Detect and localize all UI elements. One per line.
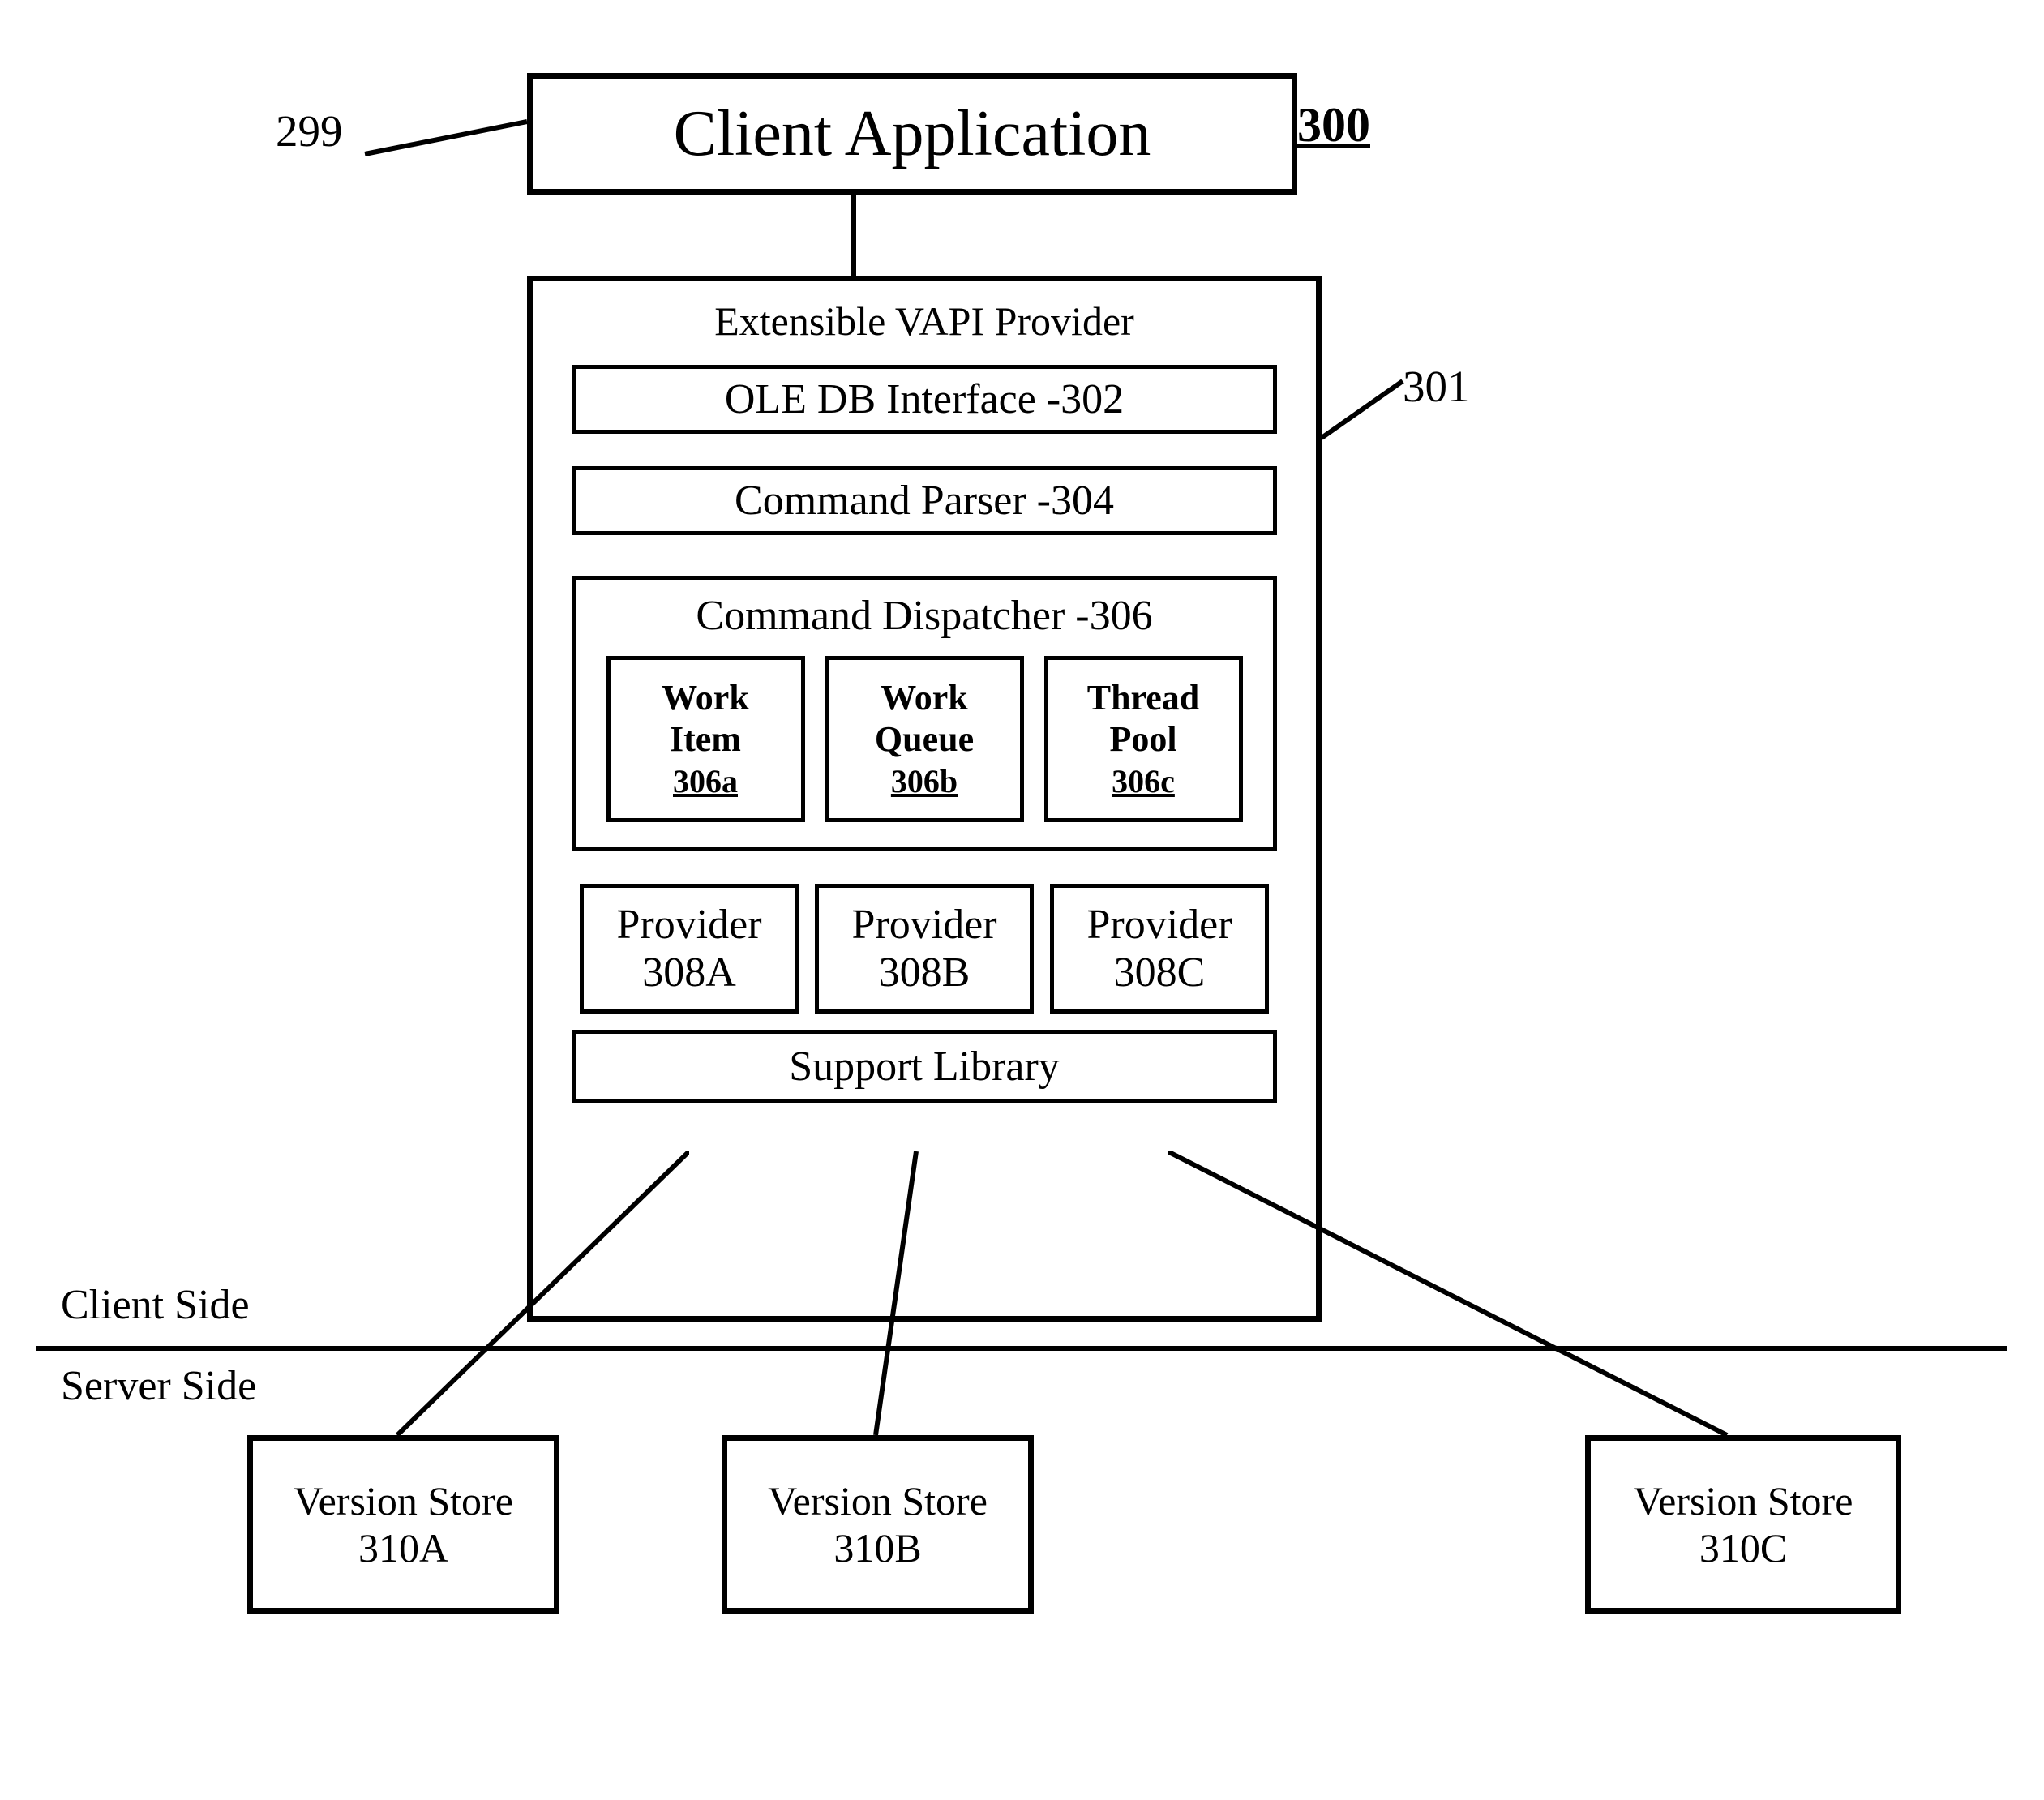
client-application-title: Client Application xyxy=(674,97,1151,171)
thread-pool-name: ThreadPool xyxy=(1087,678,1200,760)
thread-pool-box: ThreadPool 306c xyxy=(1044,656,1243,822)
work-item-name: WorkItem xyxy=(662,678,749,760)
support-library-box: Support Library xyxy=(572,1030,1277,1103)
leader-299 xyxy=(357,114,535,195)
work-item-ref: 306a xyxy=(673,763,738,800)
version-store-310b-box: Version Store 310B xyxy=(722,1435,1034,1614)
version-store-a-name: Version Store xyxy=(294,1477,513,1524)
work-queue-ref: 306b xyxy=(891,763,958,800)
leader-301 xyxy=(1322,373,1411,446)
client-application-box: Client Application xyxy=(527,73,1297,195)
connector-308c-310c xyxy=(1168,1151,1735,1443)
version-store-a-ref: 310A xyxy=(358,1524,448,1571)
provider-308c-box: Provider 308C xyxy=(1050,884,1269,1014)
provider-c-name: Provider xyxy=(1086,901,1232,949)
provider-b-ref: 308B xyxy=(879,949,971,996)
version-store-310c-box: Version Store 310C xyxy=(1585,1435,1901,1614)
provider-308b-box: Provider 308B xyxy=(815,884,1034,1014)
version-store-b-ref: 310B xyxy=(833,1524,921,1571)
provider-a-ref: 308A xyxy=(642,949,736,996)
version-store-310a-box: Version Store 310A xyxy=(247,1435,559,1614)
connector-308b-310b xyxy=(868,1151,932,1443)
ole-db-interface-box: OLE DB Interface -302 xyxy=(572,365,1277,434)
provider-a-name: Provider xyxy=(616,901,761,949)
command-parser-label: Command Parser -304 xyxy=(735,477,1114,525)
work-queue-name: WorkQueue xyxy=(875,678,974,760)
provider-b-name: Provider xyxy=(851,901,996,949)
command-dispatcher-title: Command Dispatcher -306 xyxy=(696,592,1152,640)
command-dispatcher-box: Command Dispatcher -306 WorkItem 306a Wo… xyxy=(572,576,1277,851)
thread-pool-ref: 306c xyxy=(1112,763,1175,800)
connector-clientapp-vapi xyxy=(851,195,856,276)
figure-number: 300 xyxy=(1297,97,1370,153)
version-store-c-ref: 310C xyxy=(1699,1524,1787,1571)
provider-c-ref: 308C xyxy=(1114,949,1206,996)
work-queue-box: WorkQueue 306b xyxy=(825,656,1024,822)
server-side-label: Server Side xyxy=(61,1362,256,1410)
ref-299: 299 xyxy=(276,105,343,156)
provider-308a-box: Provider 308A xyxy=(580,884,799,1014)
client-side-label: Client Side xyxy=(61,1281,250,1329)
support-library-label: Support Library xyxy=(789,1043,1060,1091)
ole-db-interface-label: OLE DB Interface -302 xyxy=(725,375,1124,423)
version-store-b-name: Version Store xyxy=(768,1477,988,1524)
connector-308a-310a xyxy=(389,1151,689,1443)
command-parser-box: Command Parser -304 xyxy=(572,466,1277,535)
ref-301: 301 xyxy=(1403,361,1470,412)
version-store-c-name: Version Store xyxy=(1634,1477,1853,1524)
vapi-provider-title: Extensible VAPI Provider xyxy=(714,298,1134,345)
work-item-box: WorkItem 306a xyxy=(606,656,805,822)
